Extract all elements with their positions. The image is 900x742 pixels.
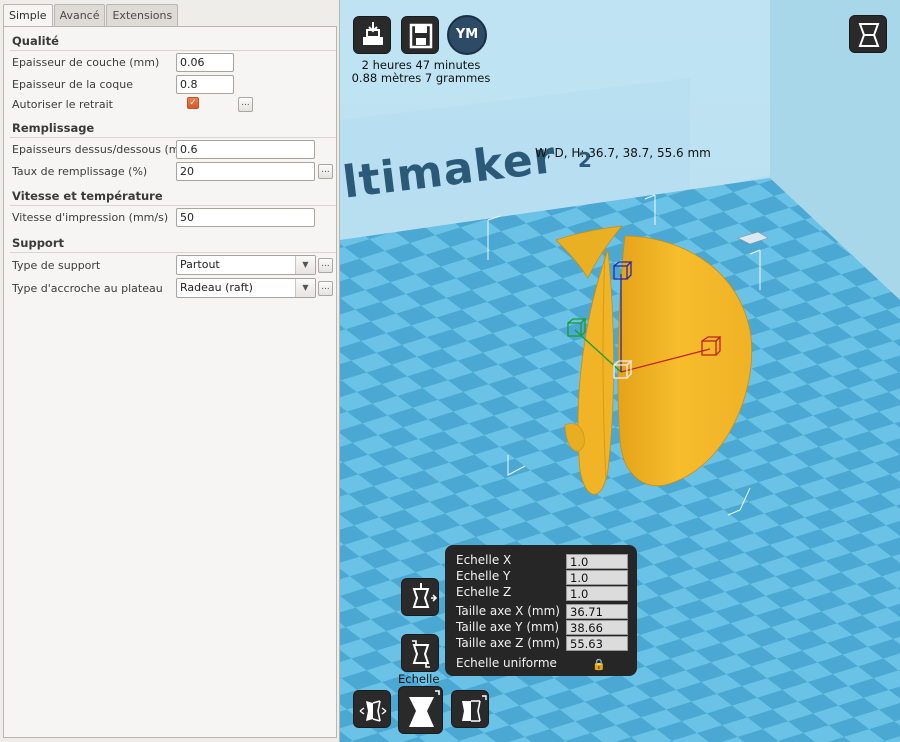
size-y-input[interactable]: 38.66 [566, 620, 628, 635]
scale-panel: Echelle X 1.0 Echelle Y 1.0 Echelle Z 1.… [445, 545, 637, 676]
3d-viewport[interactable]: ltimaker 2 YM 2 heures 47 minutes 0.88 m… [340, 0, 900, 742]
rotate-tool-button[interactable] [401, 578, 439, 616]
scale-y-label: Echelle Y [456, 569, 511, 583]
support-type-select[interactable]: Partout ▼ [176, 255, 316, 275]
section-speed-title: Vitesse et température [12, 189, 163, 203]
section-support-title: Support [12, 236, 65, 250]
fill-density-more-button[interactable]: ... [318, 164, 333, 179]
retraction-label: Autoriser le retrait [12, 98, 113, 111]
settings-sheet: Qualité Epaisseur de couche (mm) 0.06 Ep… [3, 26, 337, 738]
retraction-checkbox[interactable]: ✓ [187, 97, 199, 109]
save-button[interactable] [401, 16, 439, 54]
print-speed-input[interactable]: 50 [176, 208, 315, 227]
material-usage-text: 0.88 mètres 7 grammes [351, 71, 491, 85]
uniform-scale-label: Echelle uniforme [456, 656, 557, 670]
scale-x-label: Echelle X [456, 553, 512, 567]
size-z-label: Taille axe Z (mm) [456, 636, 560, 650]
tab-extensions[interactable]: Extensions [106, 4, 179, 26]
size-z-input[interactable]: 55.63 [566, 636, 628, 651]
shell-thickness-label: Epaisseur de la coque [12, 78, 133, 91]
size-x-label: Taille axe X (mm) [456, 604, 560, 618]
save-icon [409, 23, 433, 49]
adhesion-label: Type d'accroche au plateau [12, 282, 163, 295]
scale-y-input[interactable]: 1.0 [566, 570, 628, 585]
support-type-label: Type de support [12, 259, 101, 272]
scale-tool-button[interactable] [401, 634, 439, 672]
section-fill-title: Remplissage [12, 121, 95, 135]
rotate-icon [412, 583, 438, 608]
tab-simple[interactable]: Simple [3, 4, 53, 27]
scale-icon [412, 640, 430, 668]
mirror-icon [359, 700, 387, 722]
mirror-y-icon [462, 695, 487, 722]
divider [10, 50, 336, 51]
scale-z-label: Echelle Z [456, 585, 512, 599]
fill-density-input[interactable]: 20 [176, 162, 315, 181]
section-quality-title: Qualité [12, 34, 59, 48]
divider [10, 137, 336, 138]
chevron-down-icon[interactable]: ▼ [295, 279, 315, 297]
settings-tabs: Simple Avancé Extensions [3, 4, 179, 27]
size-x-input[interactable]: 36.71 [566, 604, 628, 619]
scale-z-input[interactable]: 1.0 [566, 586, 628, 601]
divider [10, 205, 336, 206]
model-scale-icon [409, 690, 440, 727]
view-mode-icon [858, 23, 880, 47]
adhesion-value: Radeau (raft) [180, 281, 253, 294]
retraction-more-button[interactable]: ... [238, 97, 253, 112]
tab-advanced[interactable]: Avancé [53, 4, 106, 26]
fill-density-label: Taux de remplissage (%) [12, 165, 148, 178]
scale-tool-label: Echelle [398, 672, 440, 686]
layer-height-label: Epaisseur de couche (mm) [12, 56, 160, 69]
model-dimensions-text: W, D, H: 36.7, 38.7, 55.6 mm [535, 146, 711, 160]
top-bottom-input[interactable]: 0.6 [176, 140, 315, 159]
settings-panel: Simple Avancé Extensions Qualité Epaisse… [0, 0, 340, 742]
lock-icon[interactable]: 🔒 [592, 658, 606, 671]
scale-x-input[interactable]: 1.0 [566, 554, 628, 569]
view-mode-button[interactable] [849, 15, 887, 53]
support-type-more-button[interactable]: ... [318, 258, 333, 273]
top-bottom-label: Epaisseurs dessus/dessous (mm) [12, 143, 195, 156]
layer-height-input[interactable]: 0.06 [176, 53, 234, 72]
chevron-down-icon[interactable]: ▼ [295, 256, 315, 274]
mirror-y-button[interactable] [451, 690, 489, 728]
print-speed-label: Vitesse d'impression (mm/s) [12, 211, 169, 224]
adhesion-more-button[interactable]: ... [318, 281, 333, 296]
size-y-label: Taille axe Y (mm) [456, 620, 560, 634]
youmagine-button[interactable]: YM [447, 15, 487, 55]
shell-thickness-input[interactable]: 0.8 [176, 75, 234, 94]
support-type-value: Partout [180, 258, 220, 271]
load-model-button[interactable] [353, 16, 391, 54]
print-time-text: 2 heures 47 minutes [361, 58, 481, 72]
divider [10, 252, 336, 253]
load-icon [363, 22, 383, 45]
scale-active-button[interactable] [398, 686, 443, 734]
adhesion-select[interactable]: Radeau (raft) ▼ [176, 278, 316, 298]
mirror-x-button[interactable] [353, 690, 391, 728]
